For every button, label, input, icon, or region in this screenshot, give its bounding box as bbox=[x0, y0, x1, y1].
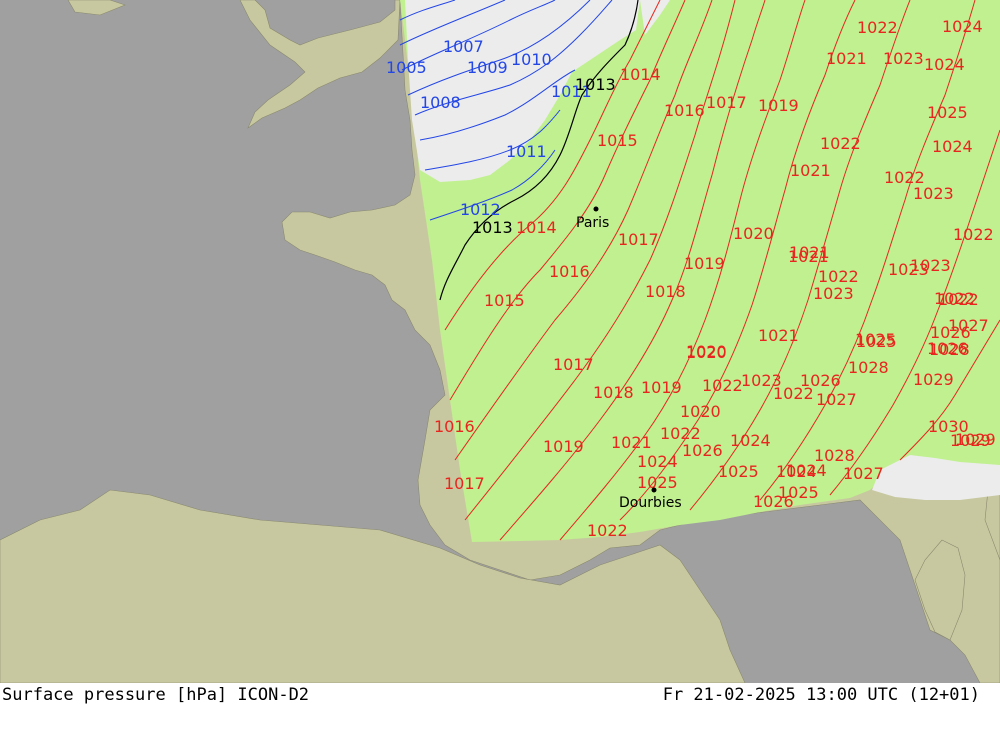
label-red: 1024 bbox=[730, 431, 771, 450]
label-red: 1026 bbox=[682, 441, 723, 460]
label-red: 1021 bbox=[611, 433, 652, 452]
label-red: 1019 bbox=[684, 254, 725, 273]
label-red: 1021 bbox=[790, 161, 831, 180]
label-red: 1014 bbox=[620, 65, 661, 84]
label-1013b: 1013 bbox=[472, 218, 513, 237]
label-red: 1024 bbox=[786, 461, 827, 480]
label-red: 1019 bbox=[543, 437, 584, 456]
map-canvas: 1007 1005 1009 1010 1008 1011 1011 1012 … bbox=[0, 0, 1000, 684]
label-red: 1026 bbox=[930, 323, 971, 342]
label-red: 1017 bbox=[553, 355, 594, 374]
label-red: 1015 bbox=[484, 291, 525, 310]
label-1008: 1008 bbox=[420, 93, 461, 112]
city-marker-dourbies bbox=[651, 487, 657, 493]
map-timestamp: Fr 21-02-2025 13:00 UTC (12+01) bbox=[662, 685, 980, 705]
label-red: 1022 bbox=[953, 225, 994, 244]
label-red: 1028 bbox=[929, 340, 970, 359]
label-red: 1020 bbox=[733, 224, 774, 243]
footer-bar: Surface pressure [hPa] ICON-D2 Fr 21-02-… bbox=[0, 683, 1000, 733]
map-title: Surface pressure [hPa] ICON-D2 bbox=[2, 685, 310, 705]
label-red: 1014 bbox=[516, 218, 557, 237]
label-red: 1015 bbox=[597, 131, 638, 150]
label-red: 1025 bbox=[855, 330, 896, 349]
label-1005: 1005 bbox=[386, 58, 427, 77]
label-red: 1024 bbox=[924, 55, 965, 74]
city-marker-paris bbox=[593, 206, 599, 212]
label-red: 1029 bbox=[913, 370, 954, 389]
label-red: 1022 bbox=[702, 376, 743, 395]
label-red: 1024 bbox=[932, 137, 973, 156]
label-1011b: 1011 bbox=[506, 142, 547, 161]
label-1013a: 1013 bbox=[575, 75, 616, 94]
label-red: 1022 bbox=[857, 18, 898, 37]
label-1007: 1007 bbox=[443, 37, 484, 56]
label-red: 1025 bbox=[927, 103, 968, 122]
label-red: 1029 bbox=[955, 430, 996, 449]
label-red: 1021 bbox=[758, 326, 799, 345]
label-red: 1027 bbox=[816, 390, 857, 409]
label-red: 1016 bbox=[434, 417, 475, 436]
label-red: 1028 bbox=[848, 358, 889, 377]
label-1009: 1009 bbox=[467, 58, 508, 77]
label-red: 1018 bbox=[645, 282, 686, 301]
label-red: 1021 bbox=[826, 49, 867, 68]
label-1010: 1010 bbox=[511, 50, 552, 69]
label-red: 1016 bbox=[549, 262, 590, 281]
label-red: 1019 bbox=[641, 378, 682, 397]
label-red: 1017 bbox=[706, 93, 747, 112]
label-red: 1025 bbox=[718, 462, 759, 481]
label-red: 1020 bbox=[686, 342, 727, 361]
label-red: 1023 bbox=[913, 184, 954, 203]
label-1012: 1012 bbox=[460, 200, 501, 219]
label-red: 1017 bbox=[444, 474, 485, 493]
label-red: 1024 bbox=[942, 17, 983, 36]
label-red: 1027 bbox=[843, 464, 884, 483]
label-red: 1017 bbox=[618, 230, 659, 249]
label-red: 1024 bbox=[637, 452, 678, 471]
label-red: 1023 bbox=[910, 256, 951, 275]
label-red: 1022 bbox=[773, 384, 814, 403]
label-red: 1023 bbox=[883, 49, 924, 68]
label-red: 1026 bbox=[753, 492, 794, 511]
label-red: 1020 bbox=[680, 402, 721, 421]
city-label-paris: Paris bbox=[576, 215, 609, 231]
label-red: 1022 bbox=[934, 289, 975, 308]
label-red: 1025 bbox=[637, 473, 678, 492]
label-red: 1019 bbox=[758, 96, 799, 115]
label-red: 1022 bbox=[587, 521, 628, 540]
label-red: 1022 bbox=[820, 134, 861, 153]
label-red: 1023 bbox=[813, 284, 854, 303]
pressure-map: 1007 1005 1009 1010 1008 1011 1011 1012 … bbox=[0, 0, 1000, 684]
label-red: 1018 bbox=[593, 383, 634, 402]
label-red: 1021 bbox=[789, 243, 830, 262]
city-label-dourbies: Dourbies bbox=[619, 495, 682, 511]
label-red: 1016 bbox=[664, 101, 705, 120]
